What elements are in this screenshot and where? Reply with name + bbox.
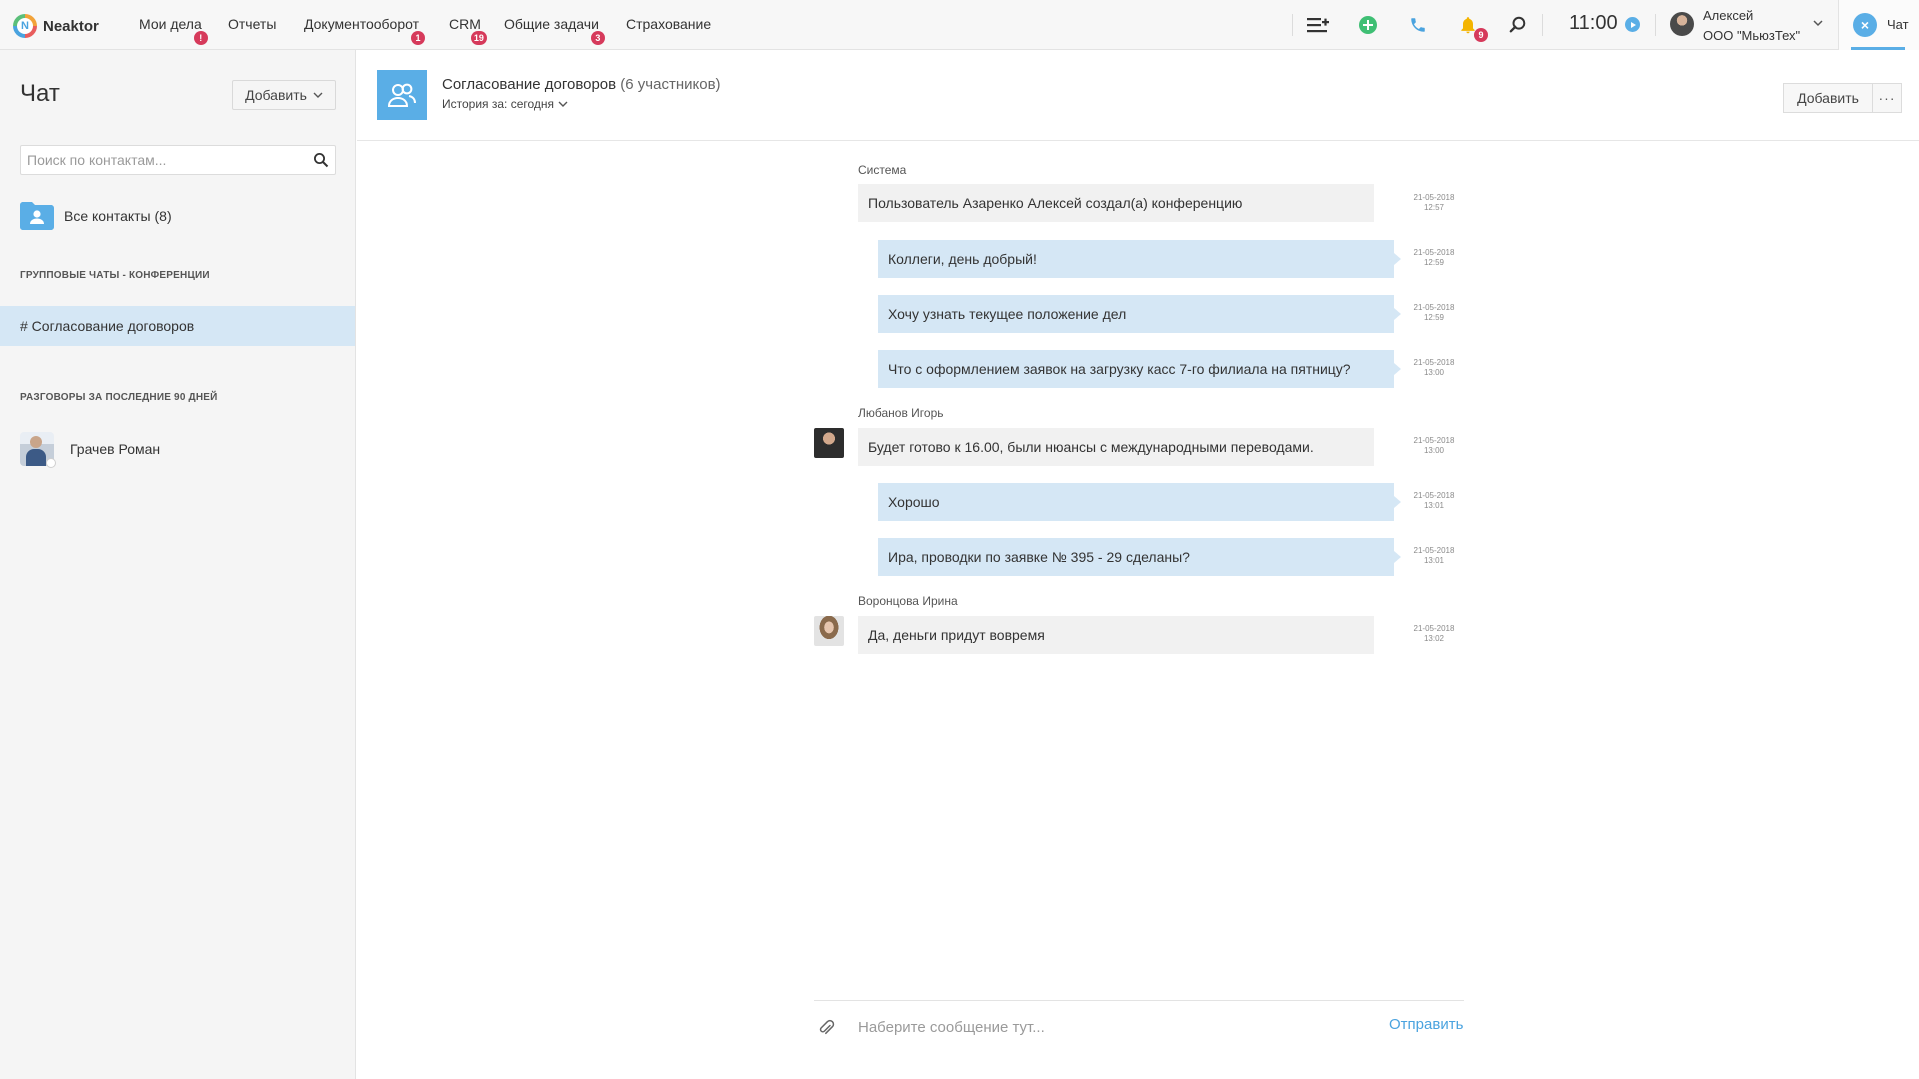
- nav-item-reports[interactable]: Отчеты: [228, 16, 276, 32]
- message-bubble: Пользователь Азаренко Алексей создал(а) …: [858, 184, 1374, 222]
- nav-item-label: CRM: [449, 16, 481, 32]
- plus-circle-icon[interactable]: [1356, 13, 1380, 37]
- chevron-down-icon: [313, 92, 323, 98]
- nav-item-insurance[interactable]: Страхование: [626, 16, 711, 32]
- nav-badge: !: [193, 31, 208, 45]
- message-bubble: Что с оформлением заявок на загрузку кас…: [878, 350, 1401, 388]
- group-users-icon: [377, 70, 427, 120]
- message-bubble: Хочу узнать текущее положение дел: [878, 295, 1401, 333]
- message-timestamp: 21-05-2018 12:59: [1413, 248, 1455, 267]
- clock-time: 11:00: [1569, 12, 1618, 34]
- nav-item-label: Отчеты: [228, 16, 277, 32]
- message-timestamp: 21-05-2018 13:01: [1413, 491, 1455, 510]
- nav-badge: 19: [470, 31, 487, 45]
- add-list-icon[interactable]: [1306, 13, 1330, 37]
- recent-chats-section-title: РАЗГОВОРЫ ЗА ПОСЛЕДНИЕ 90 ДНЕЙ: [20, 392, 218, 403]
- brand-name: Neaktor: [43, 17, 99, 35]
- message-timestamp: 21-05-2018 13:02: [1413, 624, 1455, 643]
- all-contacts-label: Все контакты (8): [64, 208, 172, 224]
- message-bubble: Будет готово к 16.00, были нюансы с межд…: [858, 428, 1374, 466]
- divider: [1542, 14, 1543, 36]
- composer-divider: [814, 1000, 1464, 1001]
- contact-item[interactable]: Грачев Роман: [20, 432, 161, 468]
- user-organization[interactable]: ООО "МьюзТех": [1703, 28, 1800, 43]
- group-chat-label: # Согласование договоров: [20, 318, 195, 334]
- message-input[interactable]: [852, 1012, 1352, 1042]
- chevron-down-icon: [558, 101, 568, 107]
- message-bubble: Ира, проводки по заявке № 395 - 29 сдела…: [878, 538, 1401, 576]
- sidebar: Чат Добавить Все контакты (8) ГРУППОВЫЕ …: [0, 50, 356, 1079]
- nav-item-crm[interactable]: CRM 19: [449, 16, 487, 45]
- message-sender: Воронцова Ирина: [858, 594, 958, 608]
- add-dropdown-button[interactable]: Добавить: [232, 80, 336, 110]
- group-chats-section-title: ГРУППОВЫЕ ЧАТЫ - КОНФЕРЕНЦИИ: [20, 270, 210, 281]
- add-participant-button[interactable]: Добавить: [1783, 83, 1873, 113]
- contact-search-input[interactable]: [21, 146, 301, 174]
- history-filter-label: История за: сегодня: [442, 97, 555, 111]
- chat-title: Согласование договоров (6 участников): [442, 76, 721, 93]
- nav-badge: 1: [411, 31, 426, 45]
- divider: [1655, 14, 1656, 36]
- user-name[interactable]: Алексей: [1703, 8, 1753, 23]
- search-icon[interactable]: [1506, 13, 1530, 37]
- page-title: Чат: [20, 80, 60, 107]
- avatar[interactable]: [814, 428, 844, 458]
- message-timestamp: 21-05-2018 13:00: [1413, 358, 1455, 377]
- play-icon[interactable]: [1625, 17, 1640, 32]
- tab-chat[interactable]: × Чат: [1838, 0, 1919, 50]
- message-sender: Система: [858, 163, 907, 177]
- message-timestamp: 21-05-2018 13:01: [1413, 546, 1455, 565]
- contact-search-box: [20, 145, 336, 175]
- bell-icon[interactable]: 9: [1456, 13, 1488, 42]
- nav-item-label: Общие задачи: [504, 16, 599, 32]
- group-chat-item[interactable]: # Согласование договоров: [0, 306, 355, 346]
- send-button[interactable]: Отправить: [1389, 1016, 1463, 1033]
- message-timestamp: 21-05-2018 13:00: [1413, 436, 1455, 455]
- phone-icon[interactable]: [1406, 13, 1430, 37]
- history-filter[interactable]: История за: сегодня: [442, 97, 568, 111]
- message-timestamp: 21-05-2018 12:59: [1413, 303, 1455, 322]
- message-bubble: Да, деньги придут вовремя: [858, 616, 1374, 654]
- nav-item-label: Документооборот: [304, 16, 420, 32]
- message-timestamp: 21-05-2018 12:57: [1413, 193, 1455, 212]
- paperclip-icon[interactable]: [819, 1018, 835, 1041]
- add-button-label: Добавить: [245, 87, 307, 103]
- folder-contacts-icon: [20, 202, 54, 230]
- all-contacts-link[interactable]: Все контакты (8): [20, 202, 172, 230]
- nav-badge: 3: [590, 31, 605, 45]
- close-icon[interactable]: ×: [1853, 13, 1877, 37]
- notifications-badge: 9: [1474, 28, 1488, 42]
- nav-item-label: Страхование: [626, 16, 712, 32]
- status-indicator: [46, 458, 56, 468]
- chat-header: Согласование договоров (6 участников) Ис…: [357, 50, 1919, 141]
- nav-item-document-flow[interactable]: Документооборот 1: [304, 16, 426, 45]
- message-sender: Любанов Игорь: [858, 406, 944, 420]
- contact-name: Грачев Роман: [70, 441, 161, 457]
- chevron-down-icon[interactable]: [1812, 15, 1824, 33]
- tab-chat-label: Чат: [1887, 17, 1909, 32]
- brand[interactable]: N Neaktor: [13, 14, 99, 38]
- user-avatar[interactable]: [1670, 12, 1694, 36]
- nav-item-shared-tasks[interactable]: Общие задачи 3: [504, 16, 605, 45]
- divider: [1292, 14, 1293, 36]
- top-navigation-bar: N Neaktor Мои дела ! Отчеты Документообо…: [0, 0, 1919, 50]
- avatar[interactable]: [814, 616, 844, 646]
- chat-title-name: Согласование договоров: [442, 76, 617, 93]
- more-options-button[interactable]: ···: [1872, 83, 1902, 113]
- brand-logo-icon: N: [13, 14, 37, 38]
- nav-item-my-tasks[interactable]: Мои дела !: [139, 16, 208, 45]
- nav-item-label: Мои дела: [139, 16, 202, 32]
- search-icon[interactable]: [313, 152, 329, 173]
- message-bubble: Хорошо: [878, 483, 1401, 521]
- message-bubble: Коллеги, день добрый!: [878, 240, 1401, 278]
- participants-count[interactable]: (6 участников): [620, 76, 720, 93]
